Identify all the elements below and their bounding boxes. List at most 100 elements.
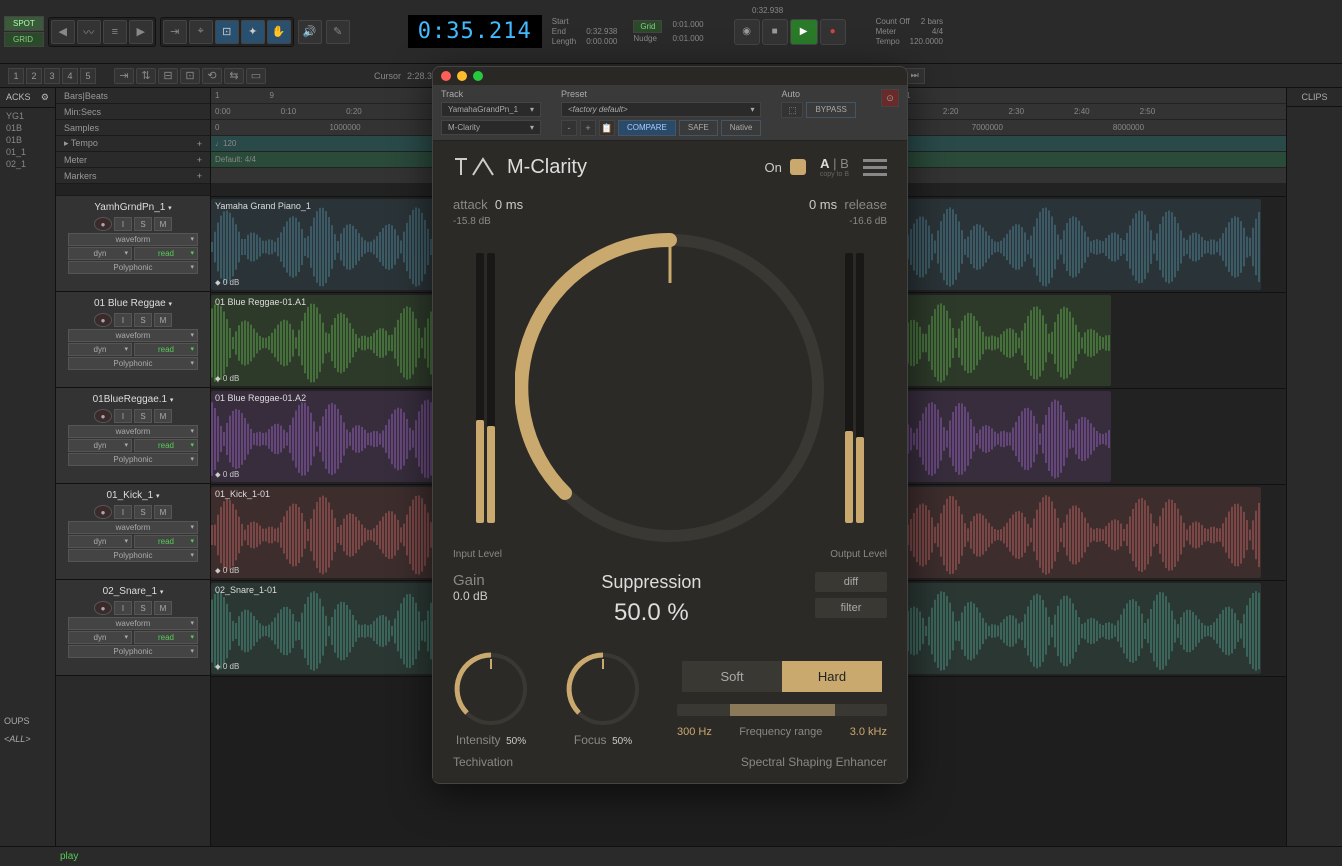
gear-icon[interactable]: ⚙ xyxy=(41,92,49,103)
input-button[interactable]: I xyxy=(114,409,132,423)
input-button[interactable]: I xyxy=(114,217,132,231)
plugin-titlebar[interactable] xyxy=(433,67,907,85)
waveform-select[interactable]: waveform xyxy=(68,329,198,342)
mem-1[interactable]: 1 xyxy=(8,68,24,84)
close-icon[interactable] xyxy=(441,71,451,81)
auto-icon[interactable]: ⬚ xyxy=(781,102,803,118)
bypass-button[interactable]: BYPASS xyxy=(806,102,855,118)
grid-mode-button[interactable]: GRID xyxy=(4,32,44,47)
next-preset-icon[interactable]: + xyxy=(580,120,596,136)
record-enable-button[interactable]: ● xyxy=(94,409,112,423)
release-value[interactable]: 0 ms xyxy=(809,197,837,212)
dyn-select[interactable]: dyn xyxy=(68,439,132,452)
prev-preset-icon[interactable]: - xyxy=(561,120,577,136)
plugin-on-toggle[interactable]: On xyxy=(764,159,805,175)
waveform-select[interactable]: waveform xyxy=(68,425,198,438)
power-toggle[interactable] xyxy=(790,159,806,175)
focus-knob[interactable] xyxy=(565,651,641,727)
mem-3[interactable]: 3 xyxy=(44,68,60,84)
link-icon[interactable]: ⊟ xyxy=(158,68,178,84)
mute-button[interactable]: M xyxy=(154,217,172,231)
ruler-minsec[interactable]: Min:Secs xyxy=(56,104,210,120)
dyn-select[interactable]: dyn xyxy=(68,247,132,260)
track-list-item[interactable]: 01_1 xyxy=(6,146,49,158)
ab-selector[interactable]: A | B xyxy=(820,156,849,171)
mirrored-icon[interactable]: ⇆ xyxy=(224,68,244,84)
maximize-icon[interactable] xyxy=(473,71,483,81)
grid-value[interactable]: 0:01.000 xyxy=(672,20,703,33)
meter-value[interactable]: 4/4 xyxy=(932,27,943,36)
trim-tool-icon[interactable]: ⇥ xyxy=(163,20,187,44)
dyn-select[interactable]: dyn xyxy=(68,631,132,644)
mem-5[interactable]: 5 xyxy=(80,68,96,84)
record-enable-button[interactable]: ● xyxy=(94,313,112,327)
waveform-select[interactable]: waveform xyxy=(68,617,198,630)
native-button[interactable]: Native xyxy=(721,120,762,136)
track-name[interactable]: 01 Blue Reggae ▾ xyxy=(60,296,206,311)
solo-button[interactable]: S xyxy=(134,217,152,231)
automation-select[interactable]: read xyxy=(134,247,198,260)
waveform-select[interactable]: waveform xyxy=(68,233,198,246)
groups-all[interactable]: <ALL> xyxy=(4,734,31,744)
layered-icon[interactable]: ▭ xyxy=(246,68,266,84)
mute-button[interactable]: M xyxy=(154,313,172,327)
end-value[interactable]: 0:32.938 xyxy=(586,27,617,36)
mem-4[interactable]: 4 xyxy=(62,68,78,84)
count-value[interactable]: 2 bars xyxy=(921,17,943,26)
play-button[interactable]: ▶ xyxy=(790,19,818,45)
suppression-value[interactable]: 50.0 % xyxy=(601,599,701,627)
frequency-range-slider[interactable] xyxy=(677,704,887,716)
solo-button[interactable]: S xyxy=(134,409,152,423)
soft-button[interactable]: Soft xyxy=(682,661,782,692)
intensity-knob[interactable] xyxy=(453,651,529,727)
track-list-item[interactable]: 01B xyxy=(6,134,49,146)
spot-mode-button[interactable]: SPOT xyxy=(4,16,44,31)
minimize-icon[interactable] xyxy=(457,71,467,81)
length-value[interactable]: 0:00.000 xyxy=(586,37,617,46)
start-value[interactable]: 0:32.938 xyxy=(752,6,783,15)
automation-select[interactable]: read xyxy=(134,631,198,644)
record-enable-button[interactable]: ● xyxy=(94,505,112,519)
automation-icon[interactable]: ⟲ xyxy=(202,68,222,84)
select-tool-icon[interactable]: ⌖ xyxy=(189,20,213,44)
tempo-value[interactable]: 120.0000 xyxy=(910,37,943,46)
mute-button[interactable]: M xyxy=(154,505,172,519)
zoom-wave-icon[interactable]: 〰 xyxy=(77,20,101,44)
elastic-select[interactable]: Polyphonic xyxy=(68,261,198,274)
dyn-select[interactable]: dyn xyxy=(68,343,132,356)
diff-button[interactable]: diff xyxy=(815,572,887,592)
track-list-item[interactable]: YG1 xyxy=(6,110,49,122)
automation-select[interactable]: read xyxy=(134,535,198,548)
hand-tool-icon[interactable]: ✋ xyxy=(267,20,291,44)
ruler-bars[interactable]: Bars|Beats xyxy=(56,88,210,104)
insertion-icon[interactable]: ⊡ xyxy=(180,68,200,84)
grid-label[interactable]: Grid xyxy=(633,20,662,33)
elastic-select[interactable]: Polyphonic xyxy=(68,645,198,658)
pencil-tool-icon[interactable]: ✎ xyxy=(326,20,350,44)
ab-copy-label[interactable]: copy to B xyxy=(820,171,849,178)
ruler-samples[interactable]: Samples xyxy=(56,120,210,136)
solo-button[interactable]: S xyxy=(134,505,152,519)
insert-select[interactable]: M-Clarity▾ xyxy=(441,120,541,135)
solo-button[interactable]: S xyxy=(134,313,152,327)
track-name[interactable]: 01BlueReggae.1 ▾ xyxy=(60,392,206,407)
solo-button[interactable]: S xyxy=(134,601,152,615)
target-icon[interactable]: ⊙ xyxy=(881,89,899,107)
elastic-select[interactable]: Polyphonic xyxy=(68,549,198,562)
mem-2[interactable]: 2 xyxy=(26,68,42,84)
suppression-dial[interactable] xyxy=(515,233,825,543)
copy-preset-icon[interactable]: 📋 xyxy=(599,120,615,136)
compare-button[interactable]: COMPARE xyxy=(618,120,676,136)
mute-button[interactable]: M xyxy=(154,601,172,615)
zoom-audio-icon[interactable]: ≡ xyxy=(103,20,127,44)
menu-icon[interactable] xyxy=(863,159,887,176)
automation-select[interactable]: read xyxy=(134,439,198,452)
ruler-tempo[interactable]: ▸ Tempo+ xyxy=(56,136,210,152)
input-button[interactable]: I xyxy=(114,505,132,519)
input-button[interactable]: I xyxy=(114,601,132,615)
smart-tool-icon[interactable]: ✦ xyxy=(241,20,265,44)
elastic-select[interactable]: Polyphonic xyxy=(68,357,198,370)
tab-transient-icon[interactable]: ⇥ xyxy=(114,68,134,84)
track-select[interactable]: YamahaGrandPn_1▾ xyxy=(441,102,541,117)
elastic-select[interactable]: Polyphonic xyxy=(68,453,198,466)
